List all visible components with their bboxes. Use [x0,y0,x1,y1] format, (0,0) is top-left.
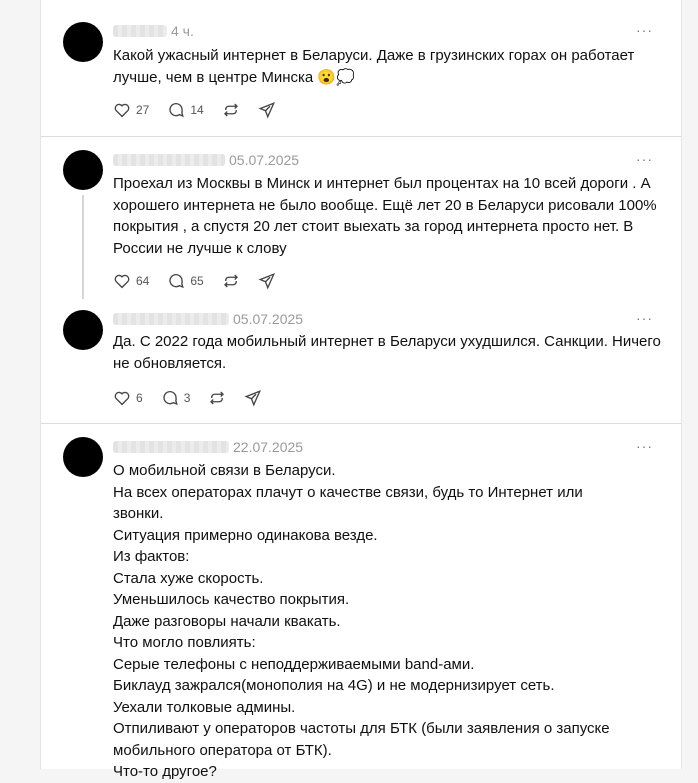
comment-icon [163,390,178,406]
repost-button[interactable] [208,389,226,407]
reply-button[interactable]: 14 [167,101,204,119]
post-text: Да. С 2022 года мобильный интернет в Бел… [113,333,661,372]
like-button[interactable]: 27 [113,101,149,119]
more-icon[interactable]: ··· [636,22,653,38]
post-meta: 4 ч. [113,22,194,40]
avatar[interactable] [63,310,103,350]
repost-icon [210,391,225,405]
share-icon [258,273,275,290]
reply-count: 65 [190,274,204,288]
share-icon [258,102,275,119]
post-divider [41,136,681,137]
reply-count: 14 [190,103,204,117]
threads-feed: 4 ч. ··· Какой ужасный интернет в Белару… [40,0,682,780]
thread-line [82,195,84,299]
share-button[interactable] [258,272,276,290]
like-button[interactable]: 6 [113,389,143,407]
post-meta: 22.07.2025 [113,438,303,456]
heart-icon [114,391,130,406]
more-icon[interactable]: ··· [636,438,653,454]
like-count: 27 [136,103,150,117]
share-button[interactable] [244,389,262,407]
post-actions: 64 65 [113,271,294,291]
username-redacted[interactable] [113,313,229,325]
username-redacted[interactable] [113,441,229,453]
post-time[interactable]: 05.07.2025 [229,152,299,168]
post-text: О мобильной связи в Беларуси. На всех оп… [113,462,610,780]
comment-icon [169,102,185,118]
heart-icon [114,103,130,118]
post-time[interactable]: 05.07.2025 [233,311,303,327]
post-text: Какой ужасный интернет в Беларуси. Даже … [113,47,635,86]
like-count: 6 [136,391,143,405]
share-icon [244,390,262,407]
repost-icon [223,274,238,288]
post-text: Проехал из Москвы в Минск и интернет был… [113,175,657,257]
post-time[interactable]: 4 ч. [171,23,194,39]
comment-icon [169,273,185,289]
reply-count: 3 [183,391,191,405]
username-redacted[interactable] [113,154,225,166]
username-redacted[interactable] [113,25,167,37]
reply-button[interactable]: 3 [161,389,191,407]
post-actions: 27 14 [113,100,294,120]
avatar[interactable] [63,22,103,62]
like-button[interactable]: 64 [113,272,149,290]
avatar[interactable] [63,150,103,190]
post-meta: 05.07.2025 [113,310,303,328]
more-icon[interactable]: ··· [636,151,653,167]
repost-icon [223,103,238,117]
share-button[interactable] [258,101,276,119]
avatar[interactable] [63,437,103,477]
post-divider [41,423,681,424]
repost-button[interactable] [222,101,240,119]
post-actions: 6 3 [113,388,280,408]
reply-button[interactable]: 65 [167,272,204,290]
post-time[interactable]: 22.07.2025 [233,439,303,455]
more-icon[interactable]: ··· [636,310,653,326]
repost-button[interactable] [222,272,240,290]
like-count: 64 [136,274,150,288]
post-meta: 05.07.2025 [113,151,299,169]
heart-icon [114,274,130,289]
